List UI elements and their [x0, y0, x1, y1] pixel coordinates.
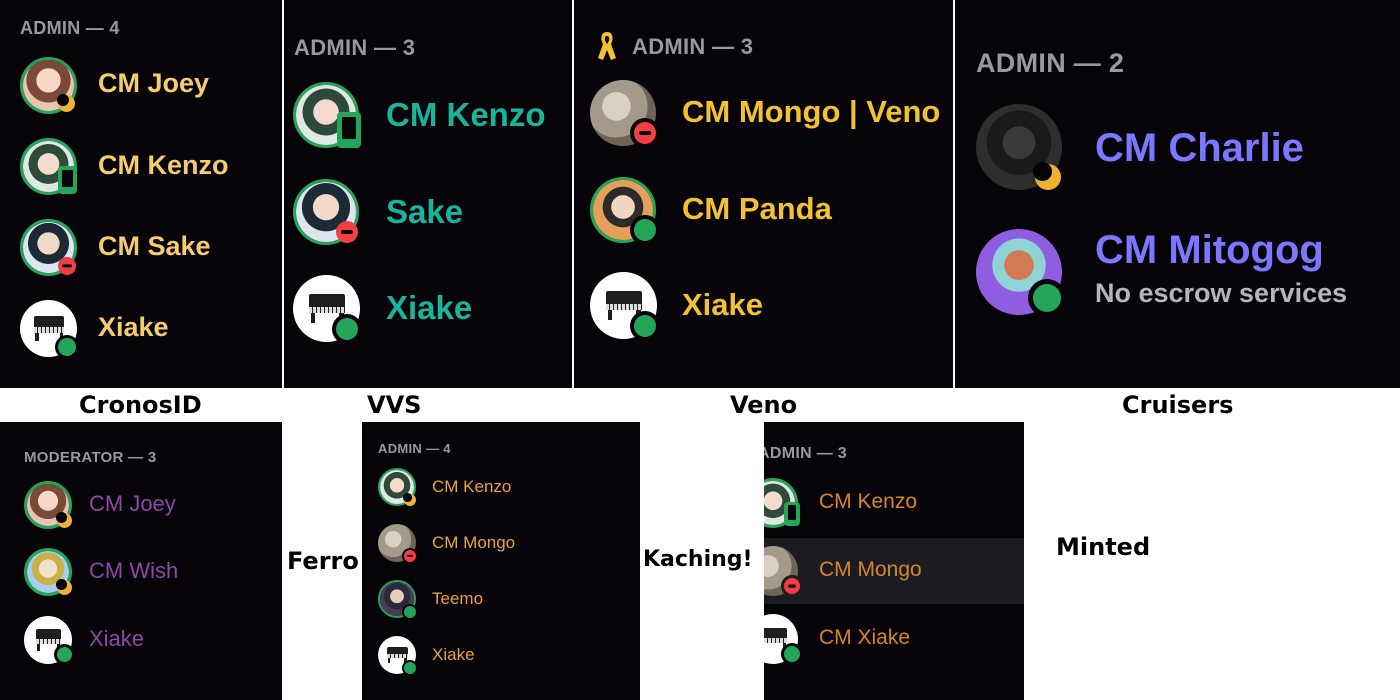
member-item-cm-mongo[interactable]: CM Mongo	[764, 546, 1024, 598]
member-name: Xiake	[682, 287, 764, 322]
idle-status-icon	[56, 93, 75, 112]
online-status-icon	[57, 647, 72, 662]
member-item-sake[interactable]: Sake	[284, 177, 572, 247]
member-item-cm-kenzo[interactable]: CM Kenzo	[0, 136, 282, 198]
minted-member-list: ADMIN — 3 CM Kenzo CM Mongo CM Xiake	[764, 422, 1024, 700]
cruisers-member-list: ADMIN — 2 CM Charlie CM Mitogog No escro…	[955, 0, 1400, 388]
member-item-cm-mitogog[interactable]: CM Mitogog No escrow services	[955, 226, 1400, 322]
server-label-vvs: VVS	[367, 391, 422, 419]
dnd-status-icon	[404, 550, 416, 562]
member-item-xiake[interactable]: Xiake	[284, 273, 572, 347]
member-name: Teemo	[432, 589, 484, 608]
member-item-xiake[interactable]: Xiake	[362, 634, 640, 678]
online-status-icon	[784, 646, 800, 662]
role-header: ADMIN — 4	[20, 18, 120, 38]
member-name: Xiake	[89, 626, 145, 651]
veno-member-list: ADMIN — 3 CM Mongo | Veno CM Panda Xiake	[574, 0, 953, 388]
idle-status-icon	[1033, 162, 1061, 190]
role-header: ADMIN — 3	[632, 34, 754, 59]
member-name: Xiake	[98, 312, 169, 342]
dnd-status-icon	[58, 257, 76, 275]
mobile-status-icon	[784, 502, 800, 526]
mobile-status-icon	[337, 112, 361, 148]
member-item-teemo[interactable]: Teemo	[362, 578, 640, 622]
member-item-cm-charlie[interactable]: CM Charlie	[955, 102, 1400, 192]
role-header: ADMIN — 3	[764, 445, 847, 462]
server-label-veno: Veno	[730, 391, 798, 419]
cronosid-member-list: ADMIN — 4 CM Joey CM Kenzo CM Sake Xiake	[0, 0, 282, 388]
role-header: MODERATOR — 3	[24, 449, 157, 466]
member-item-cm-sake[interactable]: CM Sake	[0, 217, 282, 279]
online-status-icon	[404, 606, 416, 618]
vvs-member-list: ADMIN — 3 CM Kenzo Sake Xiake	[284, 0, 572, 388]
member-name: CM Sake	[98, 231, 211, 261]
member-item-cm-joey[interactable]: CM Joey	[0, 55, 282, 117]
member-item-xiake[interactable]: Xiake	[574, 270, 953, 344]
idle-status-icon	[56, 512, 72, 528]
online-status-icon	[58, 338, 76, 356]
member-item-cm-wish[interactable]: CM Wish	[0, 546, 282, 598]
member-name: CM Wish	[89, 558, 179, 583]
member-name: Xiake	[386, 289, 473, 326]
member-name: CM Panda	[682, 191, 832, 226]
member-name: CM Joey	[98, 68, 210, 98]
idle-status-icon	[403, 493, 416, 506]
online-status-icon	[336, 318, 358, 340]
mobile-status-icon	[58, 166, 77, 194]
member-item-cm-kenzo[interactable]: CM Kenzo	[764, 478, 1024, 530]
idle-status-icon	[56, 579, 72, 595]
member-item-cm-kenzo[interactable]: CM Kenzo	[362, 466, 640, 510]
member-name: Xiake	[432, 645, 475, 664]
role-header: ADMIN — 4	[378, 441, 451, 456]
online-status-icon	[404, 662, 416, 674]
member-item-xiake[interactable]: Xiake	[0, 298, 282, 360]
member-item-cm-mongo[interactable]: CM Mongo	[362, 522, 640, 566]
member-item-cm-panda[interactable]: CM Panda	[574, 175, 953, 245]
online-status-icon	[634, 219, 656, 241]
online-status-icon	[634, 315, 656, 337]
member-name: CM Mongo | Veno	[682, 94, 941, 129]
member-item-xiake[interactable]: Xiake	[0, 614, 282, 666]
server-label-minted: Minted	[1056, 533, 1151, 561]
member-item-cm-xiake[interactable]: CM Xiake	[764, 614, 1024, 666]
member-name: CM Kenzo	[432, 477, 512, 496]
dnd-status-icon	[784, 578, 800, 594]
server-label-cronosid: CronosID	[79, 391, 202, 419]
member-name: CM Kenzo	[386, 96, 546, 133]
role-header: ADMIN — 2	[976, 48, 1125, 78]
member-name: CM Xiake	[819, 626, 911, 649]
member-item-cm-mongo-veno[interactable]: CM Mongo | Veno	[574, 78, 953, 148]
yellow-ribbon-icon	[598, 32, 616, 60]
member-item-cm-kenzo[interactable]: CM Kenzo	[284, 80, 572, 150]
member-item-cm-joey[interactable]: CM Joey	[0, 479, 282, 531]
online-status-icon	[1033, 284, 1061, 312]
member-name: CM Joey	[89, 491, 176, 516]
member-name: CM Mongo	[819, 558, 922, 581]
member-name: CM Kenzo	[98, 150, 229, 180]
role-header: ADMIN — 3	[294, 35, 416, 60]
dnd-status-icon	[336, 221, 358, 243]
member-name: CM Mongo	[432, 533, 516, 552]
dnd-status-icon	[634, 122, 656, 144]
member-name: CM Mitogog	[1095, 228, 1324, 272]
kaching-member-list: ADMIN — 4 CM Kenzo CM Mongo Teemo Xiake	[362, 422, 640, 700]
member-name: CM Charlie	[1095, 126, 1304, 170]
member-name: Sake	[386, 193, 464, 230]
server-label-cruisers: Cruisers	[1122, 391, 1234, 419]
member-custom-status: No escrow services	[1095, 278, 1348, 308]
server-label-kaching: Kaching!	[643, 547, 753, 572]
member-name: CM Kenzo	[819, 490, 918, 513]
ferro-member-list: MODERATOR — 3 CM Joey CM Wish Xiake	[0, 422, 282, 700]
server-label-ferro: Ferro	[287, 547, 359, 575]
